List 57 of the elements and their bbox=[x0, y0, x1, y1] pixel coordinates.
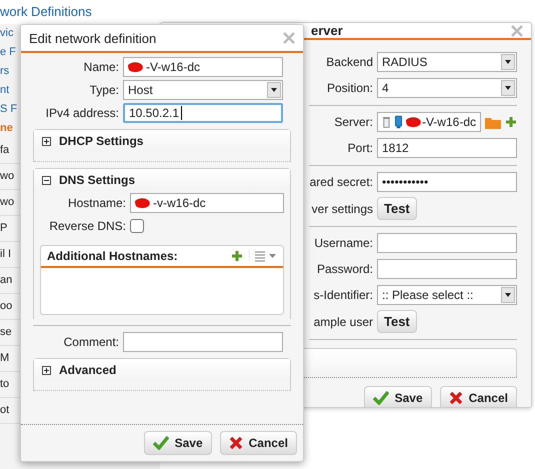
input-field[interactable] bbox=[377, 233, 517, 253]
cross-icon bbox=[448, 391, 463, 405]
input-field[interactable] bbox=[123, 332, 283, 352]
field-label: ver settings bbox=[310, 202, 373, 216]
dialog-title: erver bbox=[311, 23, 343, 38]
field-label: Password: bbox=[316, 262, 373, 276]
input-field[interactable]: ••••••••••• bbox=[377, 172, 517, 192]
server-field[interactable]: -V-w16-dc bbox=[377, 112, 481, 132]
input-field[interactable]: 10.50.2.1 bbox=[123, 103, 283, 123]
cancel-button[interactable]: Cancel bbox=[220, 431, 297, 455]
input-field[interactable] bbox=[377, 259, 517, 279]
test-button[interactable]: Test bbox=[377, 197, 417, 220]
dialog-title: Edit network definition bbox=[29, 30, 156, 46]
input-field[interactable]: 1812 bbox=[377, 138, 517, 158]
close-icon[interactable] bbox=[511, 24, 523, 36]
checkmark-icon bbox=[152, 436, 169, 450]
cancel-button[interactable]: Cancel bbox=[440, 386, 517, 407]
field-label: Server: bbox=[333, 115, 373, 129]
field-label: IPv4 address: bbox=[44, 106, 119, 120]
dropdown[interactable]: RADIUS bbox=[377, 52, 517, 72]
field-label: Type: bbox=[88, 83, 119, 97]
field-label: Comment: bbox=[62, 335, 119, 349]
panel-title[interactable]: Advanced bbox=[59, 363, 116, 377]
grid-title: Additional Hostnames: bbox=[47, 249, 179, 263]
field-label: Reverse DNS: bbox=[48, 219, 126, 233]
expand-icon[interactable] bbox=[42, 136, 51, 146]
test-button[interactable]: Test bbox=[377, 310, 417, 333]
save-button[interactable]: Save bbox=[144, 431, 212, 455]
field-label: Backend bbox=[325, 55, 373, 69]
dropdown[interactable]: Host bbox=[123, 80, 283, 100]
close-icon[interactable] bbox=[283, 32, 295, 44]
list-menu-icon[interactable] bbox=[249, 250, 277, 262]
field-label: s-Identifier: bbox=[312, 288, 373, 302]
field-label: Username: bbox=[313, 236, 373, 250]
save-button[interactable]: Save bbox=[364, 386, 432, 407]
expand-icon[interactable] bbox=[42, 366, 51, 374]
input-field[interactable]: -V-w16-dc bbox=[123, 57, 283, 77]
checkbox[interactable] bbox=[130, 219, 144, 233]
collapse-icon[interactable] bbox=[42, 176, 51, 184]
field-label: Port: bbox=[346, 141, 373, 155]
section-heading[interactable]: work Definitions bbox=[0, 0, 160, 24]
cross-icon bbox=[228, 436, 243, 450]
plus-icon[interactable] bbox=[231, 250, 243, 262]
panel-title[interactable]: DNS Settings bbox=[59, 173, 136, 187]
field-label: Name: bbox=[82, 60, 119, 74]
input-field[interactable]: -v-w16-dc bbox=[130, 193, 284, 213]
folder-icon[interactable] bbox=[485, 116, 501, 128]
field-label: Hostname: bbox=[66, 196, 126, 210]
checkmark-icon bbox=[372, 391, 389, 405]
field-label: Position: bbox=[326, 81, 373, 95]
field-label: ample user bbox=[312, 314, 373, 328]
field-label: ared secret: bbox=[309, 175, 373, 189]
plus-icon[interactable] bbox=[505, 116, 517, 128]
server-icon bbox=[394, 115, 402, 129]
dropdown[interactable]: 4 bbox=[377, 78, 517, 98]
dropdown[interactable]: :: Please select :: bbox=[377, 285, 517, 305]
trash-icon[interactable] bbox=[382, 115, 391, 129]
